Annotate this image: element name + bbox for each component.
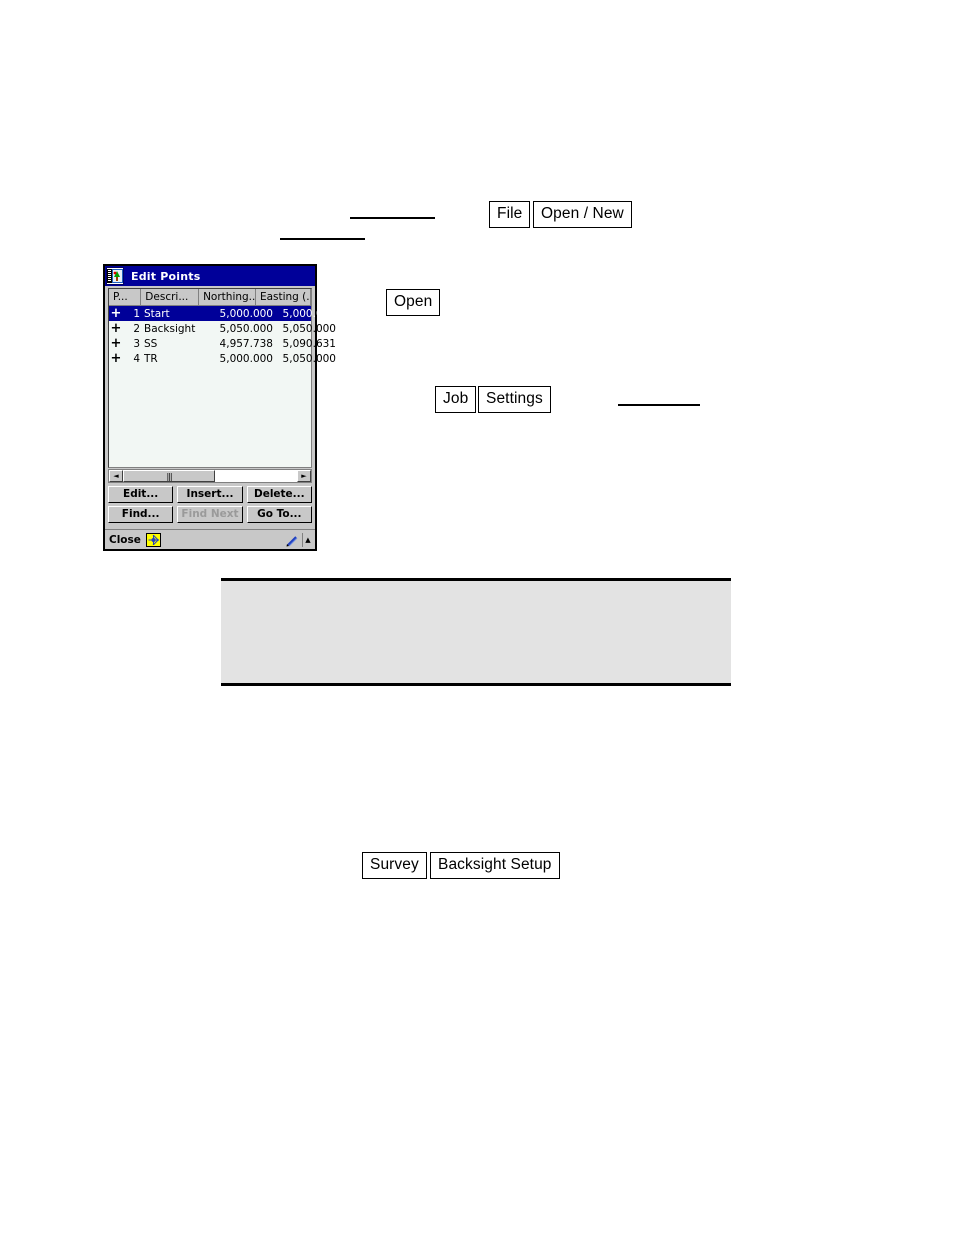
redaction-rule-3	[618, 404, 700, 406]
column-header-point[interactable]: P...	[109, 289, 142, 305]
cell-point: 1	[133, 307, 140, 320]
note-callout	[221, 578, 731, 686]
go-to-button[interactable]: Go To...	[246, 506, 312, 523]
cell-northing: 5,000.000	[219, 352, 273, 365]
column-header-easting[interactable]: Easting (...	[255, 289, 311, 305]
cell-description: Backsight	[144, 322, 196, 335]
column-header-description[interactable]: Descri...	[141, 289, 200, 305]
redaction-rule-1	[350, 217, 435, 219]
insert-button-label: Insert...	[186, 488, 234, 501]
cell-description: Start	[144, 307, 170, 320]
button-row-secondary: Find... Find Next Go To...	[108, 506, 312, 523]
edit-button[interactable]: Edit...	[108, 486, 174, 503]
expand-icon[interactable]: +	[109, 307, 123, 320]
redaction-rule-2	[280, 238, 365, 240]
table-row[interactable]: + 1 Start 5,000.000 5,000.000	[109, 306, 336, 321]
window-title: Edit Points	[131, 269, 201, 283]
cell-point: 3	[133, 337, 140, 350]
cell-point: 4	[133, 352, 140, 365]
find-button-label: Find...	[121, 508, 160, 521]
expand-icon[interactable]: +	[109, 337, 123, 350]
menu-ref-job[interactable]: Job	[435, 386, 477, 413]
expand-icon[interactable]: +	[109, 322, 123, 335]
points-list[interactable]: P... Descri... Northing... Easting (... …	[108, 288, 336, 468]
cell-description: TR	[144, 352, 158, 365]
note-callout-text	[221, 581, 731, 597]
find-next-button-label: Find Next	[181, 508, 239, 521]
cell-northing: 4,957.738	[219, 337, 273, 350]
cell-description: SS	[144, 337, 158, 350]
edit-points-window: Edit Points P... Descri... Northing... E…	[103, 264, 336, 551]
pen-icon[interactable]	[285, 533, 299, 547]
button-row-primary: Edit... Insert... Delete...	[108, 486, 312, 503]
menu-ref-open-new[interactable]: Open / New	[533, 201, 632, 228]
sun-burst-icon[interactable]	[145, 532, 161, 547]
scroll-right-arrow-icon[interactable]: ►	[297, 470, 311, 482]
table-row[interactable]: + 2 Backsight 5,050.000 5,050.000	[109, 321, 336, 336]
scrollbar-thumb[interactable]: |||	[123, 470, 215, 482]
insert-button[interactable]: Insert...	[177, 486, 243, 503]
table-row[interactable]: + 4 TR 5,000.000 5,050.000	[109, 351, 336, 366]
window-titlebar: Edit Points	[105, 266, 315, 286]
menu-ref-backsight-setup[interactable]: Backsight Setup	[430, 852, 560, 879]
window-statusbar: Close ▲	[105, 529, 315, 549]
find-next-button: Find Next	[177, 506, 243, 523]
edit-button-label: Edit...	[123, 488, 159, 501]
delete-button[interactable]: Delete...	[246, 486, 312, 503]
scrollbar-track[interactable]	[215, 470, 297, 482]
menu-ref-settings[interactable]: Settings	[478, 386, 551, 413]
menu-ref-open[interactable]: Open	[386, 289, 441, 316]
input-panel-arrow-icon[interactable]: ▲	[302, 532, 313, 547]
table-row[interactable]: + 3 SS 4,957.738 5,090.631	[109, 336, 336, 351]
cell-northing: 5,050.000	[219, 322, 273, 335]
delete-button-label: Delete...	[253, 488, 305, 501]
scroll-left-arrow-icon[interactable]: ◄	[109, 470, 123, 482]
cell-point: 2	[133, 322, 140, 335]
cell-easting: 5,050.000	[282, 352, 336, 365]
menu-ref-survey[interactable]: Survey	[362, 852, 427, 879]
find-button[interactable]: Find...	[108, 506, 174, 523]
menu-ref-file[interactable]: File	[489, 201, 531, 228]
close-button[interactable]: Close	[109, 534, 141, 546]
cell-easting: 5,050.000	[282, 322, 336, 335]
expand-icon[interactable]: +	[109, 352, 123, 365]
cell-easting: 5,000.000	[282, 307, 336, 320]
cell-easting: 5,090.631	[282, 337, 336, 350]
column-header-northing[interactable]: Northing...	[199, 289, 256, 305]
points-list-header: P... Descri... Northing... Easting (...	[109, 289, 311, 306]
cell-northing: 5,000.000	[219, 307, 273, 320]
edit-points-icon	[106, 267, 124, 285]
go-to-button-label: Go To...	[257, 508, 302, 521]
horizontal-scrollbar[interactable]: ◄ ||| ►	[108, 469, 312, 483]
